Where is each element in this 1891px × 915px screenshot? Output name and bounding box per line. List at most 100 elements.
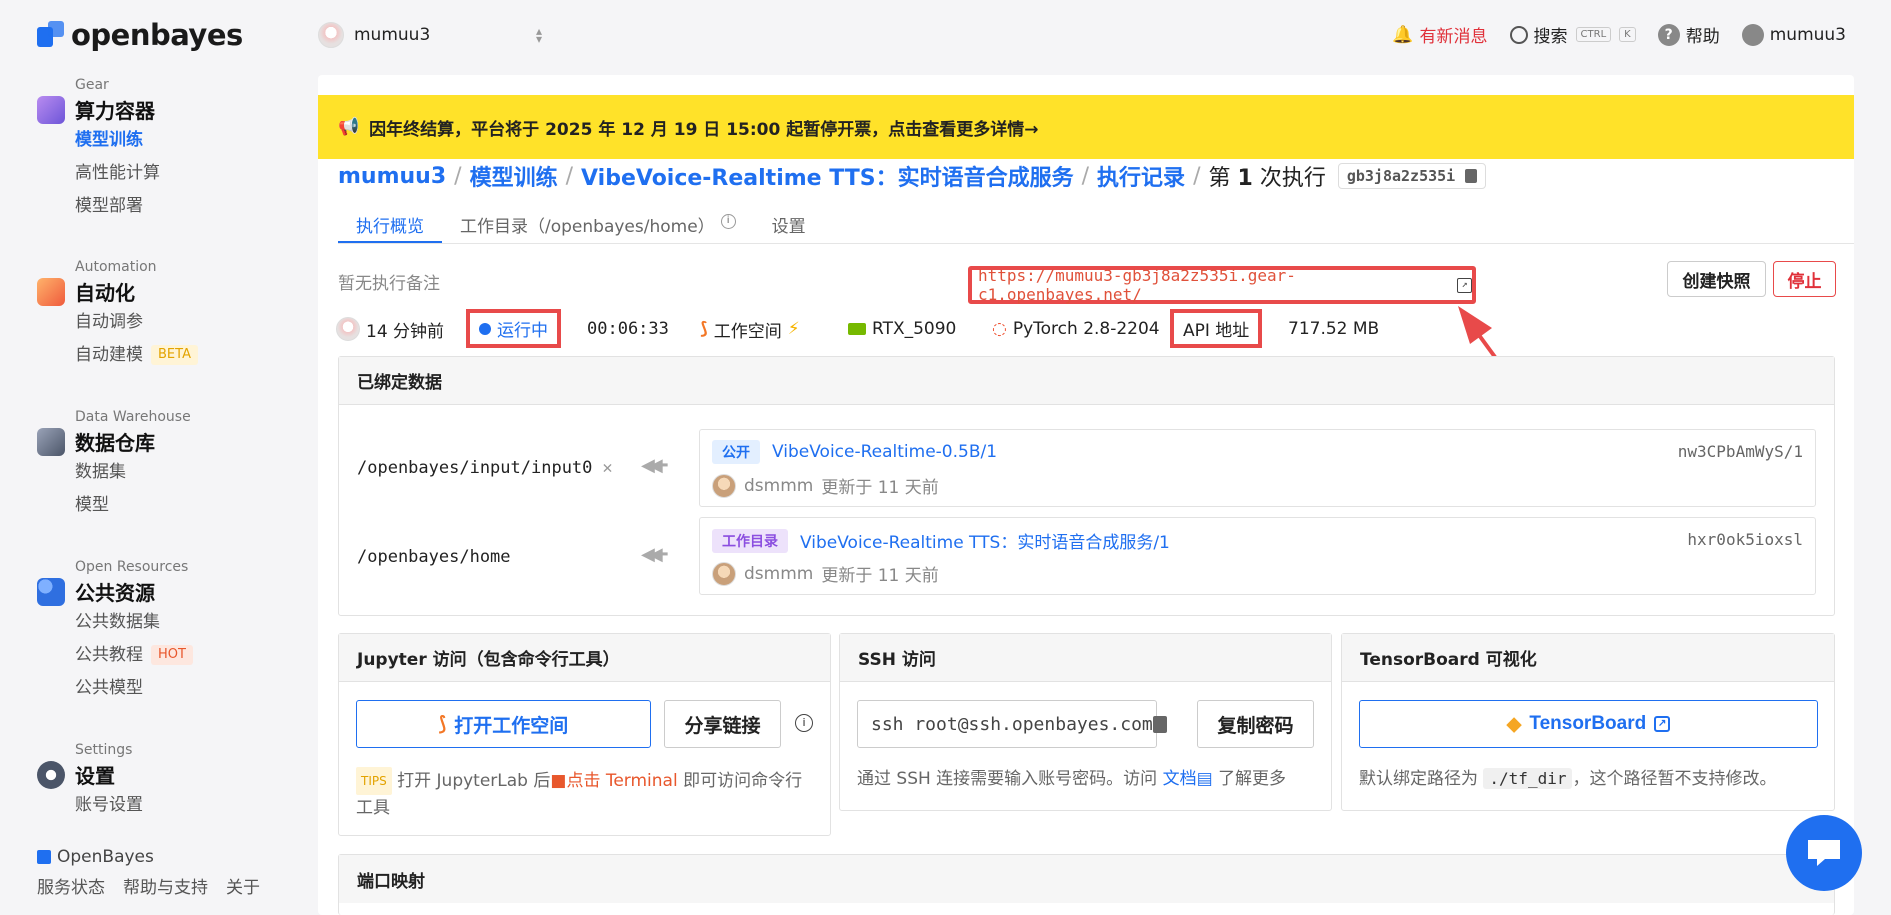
version-hash: hxr0ok5ioxsl [1687,530,1803,549]
breadcrumb-records[interactable]: 执行记录 [1097,160,1185,192]
stop-button[interactable]: 停止 [1773,261,1836,297]
tab-overview[interactable]: 执行概览 [338,202,442,243]
status-running-badge: 运行中 [466,309,561,348]
workspace-status[interactable]: ⟆ 工作空间 ⚡ [700,317,800,342]
jupyter-help: TIPS 打开 JupyterLab 后■点击 Terminal 即可访问命令行… [356,767,816,821]
dataset-link[interactable]: VibeVoice-Realtime-0.5B/1 [772,442,997,462]
sidebar-item-models[interactable]: 模型 [75,489,191,522]
run-suffix: 次执行 [1259,166,1326,191]
api-address-button[interactable]: API 地址 [1170,309,1263,348]
sidebar-item-hpc[interactable]: 高性能计算 [75,157,160,190]
tab-settings[interactable]: 设置 [754,202,824,243]
sidebar-section-settings: Settings 设置 账号设置 [37,742,143,822]
notifications-link[interactable]: 🔔 有新消息 [1392,22,1487,48]
footer-link-about[interactable]: 关于 [226,873,260,898]
sidebar-item-public-datasets[interactable]: 公共数据集 [75,606,193,639]
user-circle-icon [1741,23,1764,46]
footer-brand[interactable]: OpenBayes [37,847,260,867]
bound-dataset-item[interactable]: 公开 VibeVoice-Realtime-0.5B/1 dsmmm 更新于 1… [699,429,1816,507]
api-url-link[interactable]: https://mumuu3-gb3j8a2z535i.gear-c1.open… [978,266,1453,304]
owner-name[interactable]: dsmmm [744,564,813,584]
banner-text: 因年终结算，平台将于 2025 年 12 月 19 日 15:00 起暂停开票，… [369,119,1039,140]
open-workspace-button[interactable]: ⟆ 打开工作空间 [356,700,651,748]
section-title: 自动化 [75,281,135,305]
search-icon [1509,25,1528,44]
copy-password-button[interactable]: 复制密码 [1197,700,1314,748]
copy-icon[interactable] [1153,716,1167,733]
breadcrumb-separator: / [1081,163,1090,189]
kbd-k: K [1619,27,1636,42]
tensorboard-button[interactable]: ◆ TensorBoard ↗ [1359,700,1818,748]
external-link-icon[interactable]: ↗ [1457,277,1472,293]
workspace-user-switcher[interactable]: mumuu3 [318,22,430,48]
workdir-link[interactable]: VibeVoice-Realtime TTS：实时语音合成服务/1 [800,528,1170,553]
bind-path-row: /openbayes/input/input0 ✕ [357,458,613,478]
bell-icon: 🔔 [1392,24,1414,45]
port-mapping-card: 端口映射 [338,854,1835,915]
bound-workdir-item[interactable]: 工作目录 VibeVoice-Realtime TTS：实时语音合成服务/1 d… [699,517,1816,595]
chevron-updown-icon[interactable]: ▴ ▾ [536,25,542,45]
version-hash: nw3CPbAmWyS/1 [1677,442,1803,461]
ssh-card: SSH 访问 ssh root@ssh.openbayes.com 复制密码 通… [839,633,1332,811]
open-resources-icon [37,577,65,606]
card-title: 端口映射 [339,855,1834,903]
run-note[interactable]: 暂无执行备注 [338,269,440,294]
breadcrumb-section[interactable]: 模型训练 [470,160,558,192]
avatar [712,473,736,498]
hot-badge: HOT [151,645,193,665]
breadcrumb-project[interactable]: VibeVoice-Realtime TTS：实时语音合成服务 [581,160,1074,192]
run-id-chip[interactable]: gb3j8a2z535i [1337,163,1487,189]
chat-icon [1808,840,1840,866]
sidebar-item-public-models[interactable]: 公共模型 [75,672,193,705]
footer-link-status[interactable]: 服务状态 [37,873,105,898]
docs-link[interactable]: 文档 [1163,769,1197,789]
create-snapshot-button[interactable]: 创建快照 [1667,261,1766,297]
sidebar-item-model-training[interactable]: 模型训练 [75,124,160,157]
info-icon[interactable]: i [795,714,813,732]
ssh-command: ssh root@ssh.openbayes.com [871,713,1153,735]
footer-link-support[interactable]: 帮助与支持 [123,873,208,898]
sidebar-item-autotune[interactable]: 自动调参 [75,306,198,339]
help-text: ，这个路径暂不支持修改。 [1572,769,1777,789]
copy-icon[interactable] [1465,169,1478,183]
terminal-icon: ■ [550,771,567,791]
sidebar-section-automation: Automation 自动化 自动调参 自动建模 BETA [37,259,198,372]
avatar [318,22,344,48]
section-en-label: Data Warehouse [75,409,191,425]
breadcrumb-user[interactable]: mumuu3 [338,164,446,189]
sidebar-item-automl[interactable]: 自动建模 BETA [75,339,198,372]
automation-icon [37,277,65,306]
tab-workdir[interactable]: 工作目录（/openbayes/home） i [442,202,754,243]
tab-bar: 执行概览 工作目录（/openbayes/home） i 设置 [338,202,1854,244]
api-url-popup[interactable]: https://mumuu3-gb3j8a2z535i.gear-c1.open… [968,266,1476,304]
sidebar-item-model-deploy[interactable]: 模型部署 [75,190,160,223]
external-link-icon: ↗ [1654,716,1671,732]
sidebar-item-account-settings[interactable]: 账号设置 [75,789,143,822]
logo-text: openbayes [71,18,243,52]
openbayes-small-icon [37,850,51,864]
search-button[interactable]: 搜索 CTRL K [1509,22,1636,47]
owner-name[interactable]: dsmmm [744,476,813,496]
sidebar-item-public-tutorials[interactable]: 公共教程 HOT [75,639,193,672]
help-text: 默认绑定路径为 [1359,769,1478,789]
account-menu[interactable]: mumuu3 [1741,23,1846,46]
section-title: 公共资源 [75,581,155,605]
gpu-label: RTX_5090 [872,319,957,339]
settings-gear-icon [37,760,65,789]
sidebar-item-datasets[interactable]: 数据集 [75,456,191,489]
sidebar-section-gear: Gear 算力容器 模型训练 高性能计算 模型部署 [37,77,160,223]
unlink-icon[interactable]: ✕ [602,458,612,478]
breadcrumb-separator: / [565,163,574,189]
breadcrumb: mumuu3 / 模型训练 / VibeVoice-Realtime TTS：实… [338,160,1487,192]
share-link-button[interactable]: 分享链接 [664,700,781,748]
ssh-help: 通过 SSH 连接需要输入账号密码。访问 文档▤ 了解更多 [857,766,1286,792]
gear-container-icon [37,95,65,124]
logo[interactable]: openbayes [37,18,243,52]
announcement-banner[interactable]: 📢 因年终结算，平台将于 2025 年 12 月 19 日 15:00 起暂停开… [318,95,1854,159]
tensorboard-icon: ◆ [1506,713,1522,735]
help-link[interactable]: ? 帮助 [1657,22,1720,47]
ssh-command-field[interactable]: ssh root@ssh.openbayes.com [857,700,1157,748]
help-text: 了解更多 [1218,769,1287,789]
chat-support-button[interactable] [1786,815,1862,891]
section-en-label: Settings [75,742,133,758]
